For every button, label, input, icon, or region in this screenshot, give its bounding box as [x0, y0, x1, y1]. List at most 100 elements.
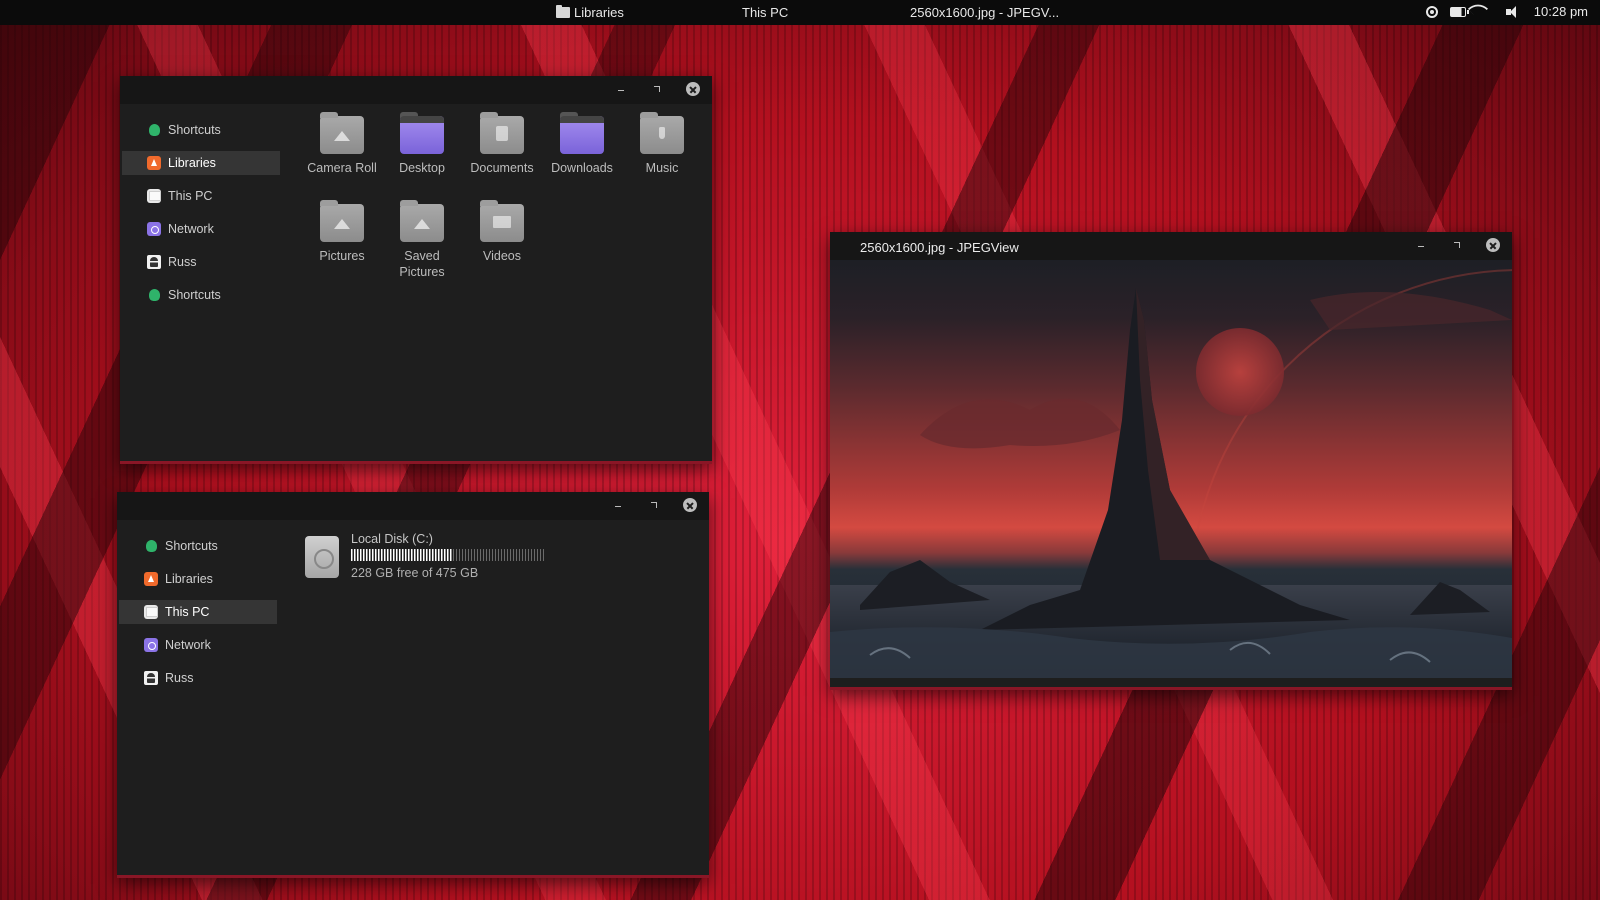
sidebar-item-label: Shortcuts [165, 539, 218, 553]
sidebar-item-label: Network [168, 222, 214, 236]
window-title: 2560x1600.jpg - JPEGView [860, 240, 1019, 255]
record-icon[interactable] [1425, 5, 1438, 18]
sidebar-item-libraries[interactable]: Libraries [119, 567, 277, 591]
window-controls [611, 498, 697, 512]
explorer-window-this-pc: Shortcuts Libraries This PC Network Russ… [117, 492, 709, 878]
this-pc-icon [147, 189, 161, 203]
window-titlebar[interactable] [117, 492, 709, 520]
close-icon[interactable] [1486, 238, 1500, 252]
sidebar-item-network[interactable]: Network [122, 217, 280, 241]
user-icon [147, 255, 161, 269]
sidebar-item-shortcuts[interactable]: Shortcuts [122, 118, 280, 142]
maximize-icon[interactable] [650, 82, 664, 96]
drive-free-space: 228 GB free of 475 GB [351, 566, 479, 580]
maximize-icon[interactable] [1450, 238, 1464, 252]
maximize-icon[interactable] [647, 498, 661, 512]
window-titlebar[interactable] [120, 76, 712, 104]
minimize-icon[interactable] [1414, 238, 1428, 252]
window-controls [1414, 238, 1500, 252]
taskbar-item-jpegview[interactable]: 2560x1600.jpg - JPEGV... [910, 5, 1059, 20]
libraries-icon [144, 572, 158, 586]
user-icon [144, 671, 158, 685]
folder-downloads[interactable]: Downloads [542, 112, 622, 194]
window-accent-border [830, 687, 1512, 690]
this-pc-icon [144, 605, 158, 619]
folder-desktop[interactable]: Desktop [382, 112, 462, 194]
folder-label: Camera Roll [307, 161, 377, 175]
folder-label: Documents [470, 161, 534, 175]
folder-grid: Camera Roll Desktop Documents Downloads … [302, 112, 702, 282]
explorer-window-libraries: Shortcuts Libraries This PC Network Russ… [120, 76, 712, 464]
drive-usage-bar [351, 549, 545, 561]
sidebar-item-label: Shortcuts [168, 123, 221, 137]
folder-label: Pictures [319, 249, 365, 263]
sidebar-item-network[interactable]: Network [119, 633, 277, 657]
pictures-folder-icon [320, 200, 364, 242]
battery-icon[interactable] [1449, 6, 1469, 17]
network-icon [144, 638, 158, 652]
taskbar-item-libraries[interactable]: Libraries [556, 5, 624, 20]
window-accent-border [120, 461, 712, 464]
folder-videos[interactable]: Videos [462, 200, 542, 282]
sidebar-item-label: This PC [165, 605, 210, 619]
network-icon [147, 222, 161, 236]
folder-label: Videos [483, 249, 521, 263]
landscape-image [830, 269, 1512, 678]
sidebar-item-russ[interactable]: Russ [119, 666, 277, 690]
volume-icon[interactable] [1505, 5, 1522, 19]
folder-icon [556, 5, 570, 18]
system-tray: 10:28 pm [1425, 4, 1588, 19]
sidebar-item-this-pc[interactable]: This PC [119, 600, 277, 624]
minimize-icon[interactable] [611, 498, 625, 512]
sidebar-item-shortcuts-2[interactable]: Shortcuts [122, 283, 280, 307]
hard-drive-icon [305, 536, 339, 578]
documents-folder-icon [480, 112, 524, 154]
sidebar-item-label: This PC [168, 189, 213, 203]
clock[interactable]: 10:28 pm [1534, 4, 1588, 19]
close-icon[interactable] [683, 498, 697, 512]
top-panel: Libraries This PC 2560x1600.jpg - JPEGV.… [0, 0, 1600, 25]
folder-label: Saved Pictures [399, 249, 445, 279]
downloads-folder-icon [560, 112, 604, 154]
sidebar-item-shortcuts[interactable]: Shortcuts [119, 534, 277, 558]
window-accent-border [117, 875, 709, 878]
drive-name: Local Disk (C:) [351, 532, 433, 546]
saved-pictures-folder-icon [400, 200, 444, 242]
taskbar-item-this-pc[interactable]: This PC [742, 5, 788, 20]
libraries-icon [147, 156, 161, 170]
jpegview-window: 2560x1600.jpg - JPEGView [830, 232, 1512, 690]
drive-local-disk-c[interactable]: Local Disk (C:) 228 GB free of 475 GB [305, 532, 565, 582]
folder-documents[interactable]: Documents [462, 112, 542, 194]
videos-folder-icon [480, 200, 524, 242]
shortcut-icon [146, 540, 157, 552]
navigation-sidebar: Shortcuts Libraries This PC Network Russ… [120, 104, 285, 316]
shortcut-icon [149, 289, 160, 301]
window-controls [614, 82, 700, 96]
close-icon[interactable] [686, 82, 700, 96]
sidebar-item-russ[interactable]: Russ [122, 250, 280, 274]
camera-roll-folder-icon [320, 112, 364, 154]
window-titlebar[interactable]: 2560x1600.jpg - JPEGView [830, 232, 1512, 260]
sidebar-item-libraries[interactable]: Libraries [122, 151, 280, 175]
desktop-folder-icon [400, 112, 444, 154]
image-canvas[interactable] [830, 260, 1512, 678]
sidebar-item-label: Russ [165, 671, 194, 685]
shortcut-icon [149, 124, 160, 136]
music-folder-icon [640, 112, 684, 154]
folder-label: Downloads [551, 161, 613, 175]
sidebar-item-this-pc[interactable]: This PC [122, 184, 280, 208]
sidebar-item-label: Shortcuts [168, 288, 221, 302]
folder-saved-pictures[interactable]: Saved Pictures [382, 200, 462, 282]
navigation-sidebar: Shortcuts Libraries This PC Network Russ [117, 520, 282, 699]
folder-label: Desktop [399, 161, 445, 175]
minimize-icon[interactable] [614, 82, 628, 96]
folder-camera-roll[interactable]: Camera Roll [302, 112, 382, 194]
wifi-icon[interactable] [1478, 5, 1494, 19]
folder-music[interactable]: Music [622, 112, 702, 194]
sidebar-item-label: Network [165, 638, 211, 652]
taskbar-item-label: Libraries [574, 5, 624, 20]
drive-usage-fill [351, 549, 452, 561]
sidebar-item-label: Russ [168, 255, 197, 269]
sidebar-item-label: Libraries [168, 156, 216, 170]
folder-pictures[interactable]: Pictures [302, 200, 382, 282]
